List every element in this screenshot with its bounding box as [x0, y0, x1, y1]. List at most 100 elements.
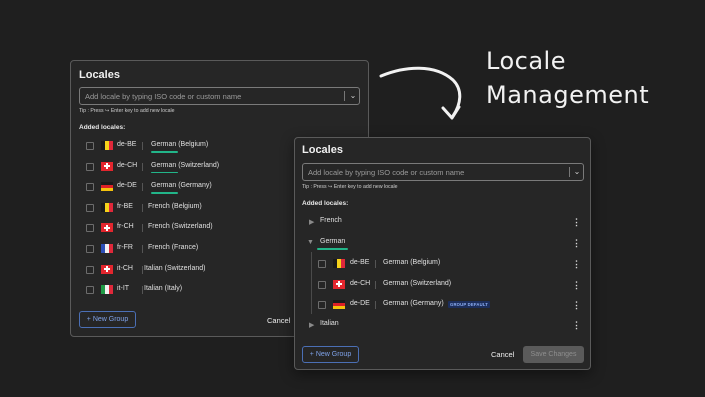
locale-name: German (Germany)	[383, 300, 444, 307]
cancel-button[interactable]: Cancel	[491, 350, 514, 359]
group-name-french: French	[320, 217, 342, 224]
locale-name: French (Switzerland)	[148, 223, 213, 231]
search-tip: Tip : Press ↪ Enter key to add new local…	[79, 108, 175, 114]
annotation-line2: Management	[486, 81, 650, 109]
locale-search-input[interactable]	[308, 165, 548, 179]
swiss-flag-icon	[101, 223, 113, 233]
annotation-arrow-icon	[379, 66, 462, 120]
locale-row[interactable]: de-DE German (Germany) GROUP DEFAULT ⋮	[295, 298, 590, 312]
caret-down-icon[interactable]: ▼	[307, 239, 314, 246]
locale-separator	[142, 245, 143, 253]
locale-separator	[375, 280, 376, 289]
more-options-icon[interactable]: ⋮	[572, 215, 581, 229]
locale-code: de-CH	[117, 161, 138, 169]
caret-right-icon[interactable]: ▶	[309, 321, 314, 329]
locale-code: it-CH	[117, 264, 133, 272]
group-name-german: German	[320, 238, 346, 245]
locale-name-underline	[151, 151, 178, 153]
group-row-italian[interactable]: ▶ Italian ⋮	[295, 318, 590, 332]
group-row-french[interactable]: ▶ French ⋮	[295, 215, 590, 229]
german-flag-icon	[333, 300, 345, 309]
locale-name: German (Switzerland)	[383, 279, 452, 287]
locale-name: German (Belgium)	[383, 259, 441, 266]
locale-name: French (Belgium)	[148, 202, 202, 210]
belgian-flag-icon	[333, 259, 345, 268]
locale-code: fr-FR	[117, 244, 133, 251]
locale-separator	[142, 224, 143, 233]
group-row-german[interactable]: ▼ German ⋮	[295, 236, 590, 250]
group-default-badge: GROUP DEFAULT	[448, 301, 491, 308]
chevron-down-icon[interactable]: ⌄	[571, 164, 583, 180]
more-options-icon[interactable]: ⋮	[572, 257, 581, 271]
group-name-underline	[317, 248, 348, 250]
locale-checkbox[interactable]	[86, 286, 94, 295]
search-divider	[569, 167, 570, 177]
search-tip: Tip : Press ↪ Enter key to add new local…	[302, 184, 398, 190]
locale-separator	[375, 260, 376, 268]
new-group-button[interactable]: + New Group	[79, 311, 136, 328]
added-locales-label: Added locales:	[79, 124, 126, 131]
locale-code: de-DE	[117, 182, 137, 190]
locale-checkbox[interactable]	[86, 142, 94, 150]
locale-separator	[142, 142, 143, 150]
locale-checkbox[interactable]	[86, 203, 94, 212]
locale-separator	[375, 301, 376, 309]
save-changes-button[interactable]: Save Changes	[523, 346, 584, 363]
swiss-flag-icon	[333, 279, 345, 289]
search-divider	[344, 91, 345, 101]
locale-checkbox[interactable]	[86, 265, 94, 274]
belgian-flag-icon	[101, 202, 113, 212]
belgian-flag-icon	[101, 141, 113, 150]
locale-search-field[interactable]: ⌄	[79, 87, 360, 105]
more-options-icon[interactable]: ⋮	[572, 318, 581, 332]
locale-code: de-BE	[117, 141, 137, 148]
locale-code: de-CH	[350, 279, 371, 287]
locale-name-underline	[151, 171, 178, 174]
locale-code: fr-CH	[117, 223, 134, 231]
locale-checkbox[interactable]	[86, 183, 94, 192]
locale-separator	[142, 265, 143, 274]
locale-checkbox[interactable]	[318, 260, 326, 268]
locale-row[interactable]: de-CH German (Switzerland) ⋮	[295, 278, 590, 292]
new-group-button[interactable]: + New Group	[302, 346, 359, 363]
locale-checkbox[interactable]	[86, 162, 94, 171]
german-flag-icon	[101, 182, 113, 192]
locale-name: French (France)	[148, 244, 199, 251]
locale-name: German (Germany)	[151, 182, 212, 190]
french-flag-icon	[101, 244, 113, 253]
swiss-flag-icon	[101, 161, 113, 171]
group-name-italian: Italian	[320, 320, 339, 327]
more-options-icon[interactable]: ⋮	[572, 298, 581, 312]
locale-name-underline	[151, 192, 178, 194]
locale-code: de-DE	[350, 300, 370, 307]
locale-checkbox[interactable]	[318, 301, 326, 309]
locale-name: Italian (Switzerland)	[144, 264, 206, 272]
locale-separator	[142, 162, 143, 171]
locale-separator	[142, 203, 143, 212]
more-options-icon[interactable]: ⋮	[572, 236, 581, 250]
locale-checkbox[interactable]	[86, 224, 94, 233]
caret-right-icon[interactable]: ▶	[309, 218, 314, 226]
annotation-line1: Locale	[486, 47, 566, 75]
locale-separator	[142, 286, 143, 295]
dialog-title: Locales	[79, 69, 120, 81]
locale-separator	[142, 183, 143, 192]
locale-search-input[interactable]	[85, 89, 325, 103]
locale-name: German (Belgium)	[151, 141, 209, 148]
locale-code: de-BE	[350, 259, 370, 266]
locales-dialog-grouped: Locales ⌄ Tip : Press ↪ Enter key to add…	[294, 137, 591, 370]
locale-code: it-IT	[117, 285, 130, 293]
locale-row[interactable]: de-BE German (Belgium) ⋮	[295, 257, 590, 271]
locale-checkbox[interactable]	[318, 280, 326, 289]
locale-checkbox[interactable]	[86, 245, 94, 253]
italian-flag-icon	[101, 285, 113, 295]
added-locales-label: Added locales:	[302, 200, 349, 207]
more-options-icon[interactable]: ⋮	[572, 278, 581, 292]
swiss-flag-icon	[101, 264, 113, 274]
locale-search-field[interactable]: ⌄	[302, 163, 584, 181]
dialog-title: Locales	[302, 144, 343, 156]
locale-name: Italian (Italy)	[144, 285, 183, 293]
locale-code: fr-BE	[117, 202, 133, 210]
cancel-button[interactable]: Cancel	[267, 316, 290, 325]
chevron-down-icon[interactable]: ⌄	[347, 88, 359, 104]
